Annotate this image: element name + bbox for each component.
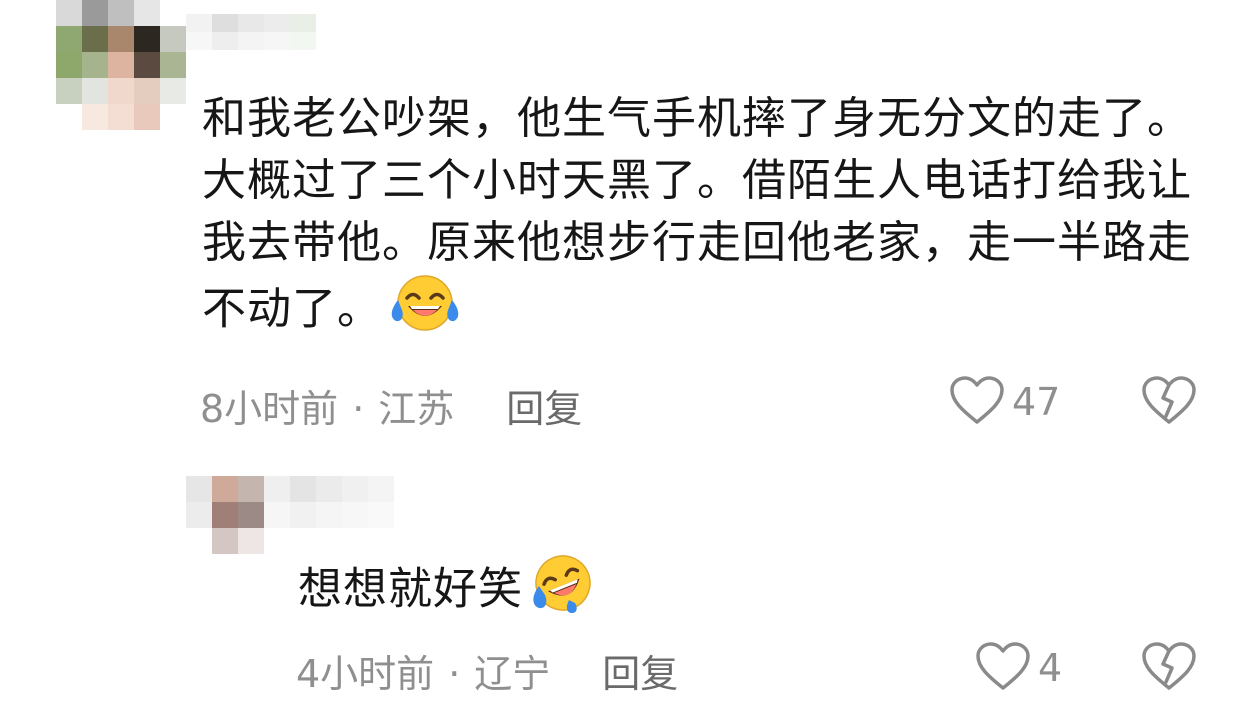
heart-outline-icon: [948, 374, 1006, 430]
comment-body: 和我老公吵架，他生气手机摔了身无分文的走了。大概过了三个小时天黑了。借陌生人电话…: [202, 88, 1212, 349]
reply-dislike-button[interactable]: [1140, 640, 1198, 696]
reply-button[interactable]: 回复: [506, 387, 582, 431]
like-count: 4: [1038, 646, 1063, 690]
broken-heart-icon: [1140, 376, 1198, 430]
username[interactable]: [186, 14, 342, 50]
reply-text: 想想就好笑: [298, 563, 523, 615]
reply-button[interactable]: 回复: [602, 652, 678, 696]
reply-meta: 4小时前 · 辽宁 回复: [296, 643, 678, 698]
meta-separator: ·: [448, 652, 461, 696]
reply-body: 想想就好笑: [298, 552, 898, 631]
broken-heart-icon: [1140, 642, 1198, 696]
reply-time: 4小时前: [296, 652, 435, 696]
comment-location: 江苏: [378, 387, 455, 431]
comment-time: 8小时前: [200, 387, 339, 431]
reply-username[interactable]: [264, 476, 420, 528]
reply-location: 辽宁: [474, 652, 551, 696]
heart-outline-icon: [974, 640, 1032, 696]
reply-avatar[interactable]: [186, 476, 264, 554]
meta-separator: ·: [352, 387, 365, 431]
like-button[interactable]: 47: [948, 374, 1060, 430]
like-count: 47: [1012, 380, 1061, 424]
comment-thread: 和我老公吵架，他生气手机摔了身无分文的走了。大概过了三个小时天黑了。借陌生人电话…: [0, 0, 1260, 718]
avatar[interactable]: [56, 0, 186, 130]
reply-like-button[interactable]: 4: [974, 640, 1062, 696]
face-with-tears-of-joy-icon: [388, 274, 462, 349]
comment-text: 和我老公吵架，他生气手机摔了身无分文的走了。大概过了三个小时天黑了。借陌生人电话…: [202, 93, 1192, 335]
dislike-button[interactable]: [1140, 374, 1198, 430]
comment-meta: 8小时前 · 江苏 回复: [200, 378, 582, 433]
rolling-on-the-floor-laughing-icon: [529, 552, 597, 631]
